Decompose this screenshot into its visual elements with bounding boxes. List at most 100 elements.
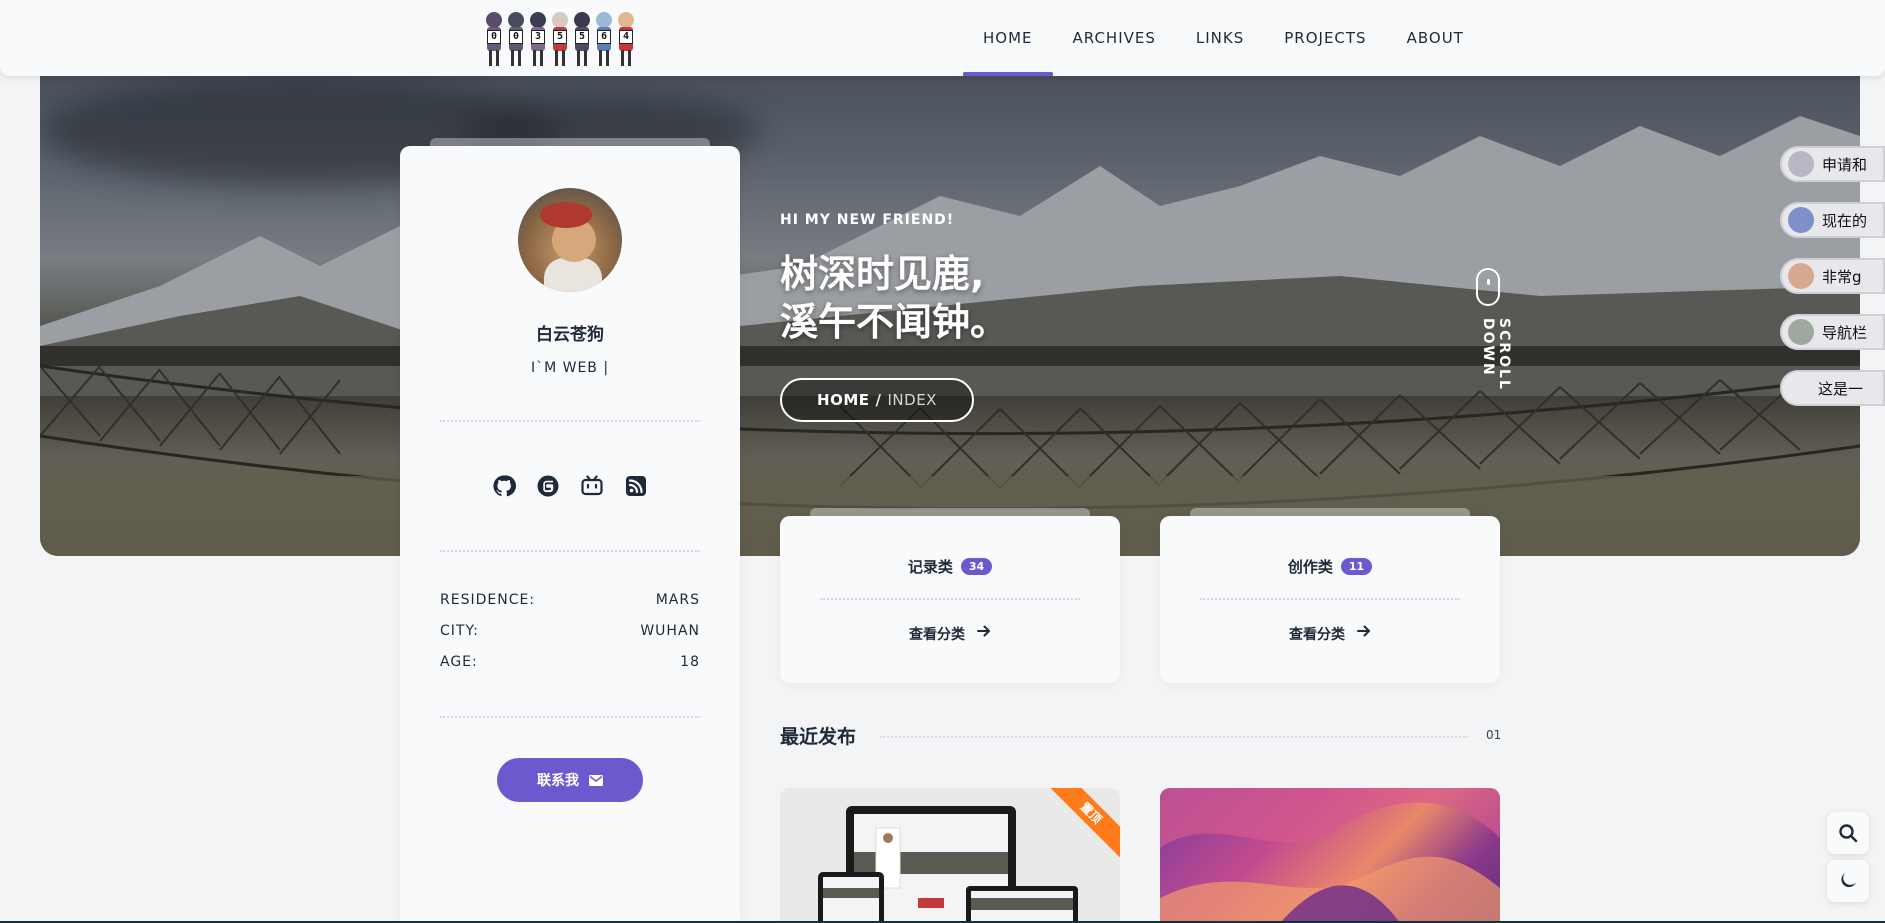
github-icon[interactable] [492, 474, 516, 498]
logo-figure: 4 [616, 12, 636, 66]
category-name: 记录类 [907, 558, 953, 576]
comment-text: 现在的 [1822, 211, 1868, 230]
profile-tagline: I`M WEB | [530, 360, 610, 376]
category-name: 创作类 [1287, 558, 1333, 576]
logo-figure: 0 [506, 12, 526, 66]
nav-archives[interactable]: ARCHIVES [1053, 0, 1176, 76]
arrow-right-icon [1357, 625, 1370, 637]
comment-bubble[interactable]: 申请和 [1780, 146, 1885, 182]
category-title: 记录类 34 [780, 556, 1120, 577]
main-nav: HOME ARCHIVES LINKS PROJECTS ABOUT [963, 0, 1885, 76]
profile-name: 白云苍狗 [536, 325, 604, 345]
logo-digit: 3 [531, 30, 545, 44]
comment-bubble[interactable]: 导航栏 [1780, 314, 1885, 350]
info-row: RESIDENCE: MARS [440, 592, 700, 623]
comment-bubble[interactable]: 非常g [1780, 258, 1885, 294]
breadcrumb-home[interactable]: HOME [817, 391, 869, 409]
logo-digit: 5 [553, 30, 567, 44]
info-value: MARS [655, 592, 700, 608]
avatar [1788, 319, 1814, 345]
mouse-icon [1476, 268, 1500, 306]
divider [1200, 598, 1460, 600]
logo-digit: 5 [575, 30, 589, 44]
category-title: 创作类 11 [1160, 556, 1500, 577]
comment-bubble[interactable]: 现在的 [1780, 202, 1885, 238]
divider [440, 550, 700, 552]
profile-card: 白云苍狗 I`M WEB | RESIDENCE: MARS CITY: WUH… [400, 146, 740, 923]
nav-projects[interactable]: PROJECTS [1264, 0, 1386, 76]
social-links [400, 474, 740, 498]
breadcrumb: HOME / INDEX [780, 378, 974, 422]
dark-mode-toggle[interactable] [1827, 860, 1869, 902]
post-card[interactable]: 置顶 [780, 788, 1120, 923]
recent-posts-title: 最近发布 [780, 726, 857, 748]
divider [880, 736, 1468, 738]
contact-button[interactable]: 联系我 [497, 758, 643, 802]
contact-label: 联系我 [537, 773, 579, 789]
logo-figure: 0 [484, 12, 504, 66]
site-logo[interactable]: 0 0 3 5 5 6 4 [484, 8, 660, 66]
info-key: CITY: [440, 623, 479, 639]
info-row: AGE: 18 [440, 654, 700, 685]
divider [440, 420, 700, 422]
gitee-icon[interactable] [536, 474, 560, 498]
nav-links[interactable]: LINKS [1176, 0, 1264, 76]
logo-digit: 4 [619, 30, 633, 44]
info-key: AGE: [440, 654, 478, 670]
category-card-creations[interactable]: 创作类 11 查看分类 [1160, 516, 1500, 683]
search-button[interactable] [1827, 812, 1869, 854]
info-key: RESIDENCE: [440, 592, 536, 608]
nav-about[interactable]: ABOUT [1387, 0, 1484, 76]
rss-icon[interactable] [624, 474, 648, 498]
count-badge: 34 [960, 558, 993, 575]
slogan-line-1: 树深时见鹿, [780, 252, 985, 296]
hero-slogan: 树深时见鹿, 溪午不闻钟。 [780, 250, 1080, 346]
bilibili-icon[interactable] [580, 474, 604, 498]
info-row: CITY: WUHAN [440, 623, 700, 654]
mail-icon [589, 774, 603, 786]
comment-bubble[interactable]: 这是一 [1780, 370, 1885, 406]
logo-digit: 6 [597, 30, 611, 44]
divider [440, 716, 700, 718]
logo-figure: 3 [528, 12, 548, 66]
search-icon [1839, 824, 1858, 843]
scroll-down-label: SCROLL DOWN [1480, 318, 1512, 391]
logo-figure: 5 [572, 12, 592, 66]
post-thumbnail [818, 806, 1078, 923]
recent-page-number: 01 [1486, 728, 1502, 742]
moon-icon [1841, 873, 1856, 888]
slogan-line-2: 溪午不闻钟。 [780, 300, 1009, 344]
count-badge: 11 [1340, 558, 1373, 575]
logo-digit: 0 [509, 30, 523, 44]
post-thumbnail [1160, 788, 1500, 923]
view-category-label: 查看分类 [1289, 627, 1345, 643]
post-card[interactable] [1160, 788, 1500, 923]
breadcrumb-separator: / [875, 391, 882, 409]
nav-home[interactable]: HOME [963, 0, 1053, 76]
view-category-link[interactable]: 查看分类 [780, 624, 1120, 644]
avatar [1788, 207, 1814, 233]
divider [820, 598, 1080, 600]
comment-text: 导航栏 [1822, 323, 1868, 342]
site-header: 0 0 3 5 5 6 4 HOME ARCHIVES LINKS PROJEC… [0, 0, 1885, 76]
comment-bubbles: 申请和 现在的 非常g 导航栏 这是一 [1780, 146, 1885, 426]
view-category-link[interactable]: 查看分类 [1160, 624, 1500, 644]
category-card-records[interactable]: 记录类 34 查看分类 [780, 516, 1120, 683]
scroll-down-indicator[interactable]: SCROLL DOWN [1476, 268, 1512, 444]
avatar [1788, 151, 1814, 177]
view-category-label: 查看分类 [909, 627, 965, 643]
logo-figure: 6 [594, 12, 614, 66]
avatar [1788, 263, 1814, 289]
comment-text: 这是一 [1818, 379, 1864, 398]
arrow-right-icon [977, 625, 990, 637]
info-value: 18 [680, 654, 700, 670]
logo-digit: 0 [487, 30, 501, 44]
avatar[interactable] [518, 188, 622, 292]
profile-info: RESIDENCE: MARS CITY: WUHAN AGE: 18 [440, 592, 700, 685]
info-value: WUHAN [640, 623, 700, 639]
comment-text: 申请和 [1822, 155, 1868, 174]
comment-text: 非常g [1822, 267, 1862, 286]
breadcrumb-current: INDEX [887, 391, 937, 409]
hero-greeting: HI MY NEW FRIEND! [780, 212, 955, 228]
logo-figure: 5 [550, 12, 570, 66]
